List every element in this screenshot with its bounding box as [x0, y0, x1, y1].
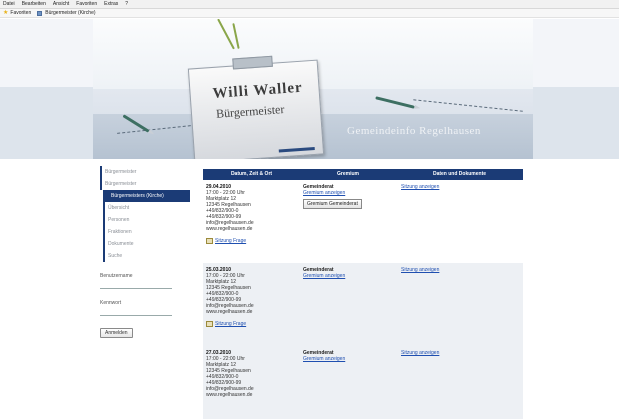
documents-cell: Sitzung anzeigen [396, 263, 523, 346]
menu-view[interactable]: Ansicht [53, 0, 69, 9]
favorites-star-icon[interactable]: ★ [3, 9, 8, 18]
column-header-date: Datum, Zeit & Ort [230, 171, 273, 177]
header-banner: Willi Waller Bürgermeister Gemeindeinfo … [93, 19, 533, 159]
table-row: 25.03.2010 17:00 - 22:00 Uhr Marktplatz … [203, 263, 523, 346]
printer-icon[interactable] [206, 321, 213, 327]
menu-help[interactable]: ? [125, 0, 128, 9]
column-header-documents: Daten und Dokumente [432, 171, 487, 177]
event-info-cell: 25.03.2010 17:00 - 22:00 Uhr Marktplatz … [203, 263, 300, 346]
page-icon [37, 10, 43, 16]
sidebar-item-fraktionen[interactable]: Fraktionen [103, 226, 190, 238]
sidebar-item-buergermeister-kirche[interactable]: Bürgermeisters (Kirche) [103, 190, 190, 202]
committee-link[interactable]: Gremium anzeigen [303, 273, 396, 279]
session-link[interactable]: Sitzung anzeigen [401, 350, 523, 356]
committee-link[interactable]: Gremium anzeigen [303, 356, 396, 362]
favorites-bar: ★ Favoriten Bürgermeister (Kirche) [0, 9, 619, 18]
event-web: www.regelhausen.de [206, 309, 253, 315]
print-link-wrap: Sitzung Frage [206, 238, 300, 244]
committee-link[interactable]: Gremium anzeigen [303, 190, 396, 196]
events-table: Datum, Zeit & Ort Gremium Daten und Doku… [203, 169, 523, 419]
dashed-line-right [413, 99, 523, 113]
column-header-committee: Gremium [337, 171, 359, 177]
print-link-wrap: Sitzung Frage [206, 321, 300, 327]
event-info-cell: 27.03.2010 17:00 - 22:00 Uhr Marktplatz … [203, 346, 300, 419]
sidebar-item-dokumente[interactable]: Dokumente [103, 238, 190, 250]
username-field[interactable] [100, 280, 172, 289]
password-label: Kennwort [100, 300, 122, 306]
menu-tools[interactable]: Extras [104, 0, 118, 9]
password-field[interactable] [100, 307, 172, 316]
table-row: 29.04.2010 17:00 - 22:00 Uhr Marktplatz … [203, 180, 523, 263]
documents-cell: Sitzung anzeigen [396, 180, 523, 263]
nameplate: Willi Waller Bürgermeister [187, 55, 325, 159]
username-label: Benutzername [100, 273, 133, 279]
table-header: Datum, Zeit & Ort Gremium Daten und Doku… [203, 169, 523, 180]
printer-icon[interactable] [206, 238, 213, 244]
login-button[interactable]: Anmelden [100, 328, 133, 338]
committee-cell: Gemeinderat Gremium anzeigen Gremium Gem… [300, 180, 396, 263]
print-link[interactable]: Sitzung Frage [215, 321, 246, 327]
print-link[interactable]: Sitzung Frage [215, 238, 246, 244]
sidebar-item-buergermeister-2[interactable]: Bürgermeister [100, 178, 190, 190]
committee-cell: Gemeinderat Gremium anzeigen [300, 263, 396, 346]
menu-favorites[interactable]: Favoriten [76, 0, 97, 9]
menu-file[interactable]: Datei [3, 0, 15, 9]
favorites-button[interactable]: Favoriten [10, 9, 31, 18]
sidebar-item-suche[interactable]: Suche [103, 250, 190, 262]
committee-cell: Gemeinderat Gremium anzeigen [300, 346, 396, 419]
sidebar-item-buergermeister[interactable]: Bürgermeister [100, 166, 190, 178]
sidebar-item-personen[interactable]: Personen [103, 214, 190, 226]
nameplate-title: Bürgermeister [215, 102, 285, 121]
table-row: 27.03.2010 17:00 - 22:00 Uhr Marktplatz … [203, 346, 523, 419]
sidebar: Bürgermeister Bürgermeister Bürgermeiste… [100, 166, 190, 339]
nameplate-clip [232, 55, 273, 70]
session-link[interactable]: Sitzung anzeigen [401, 184, 523, 190]
documents-cell: Sitzung anzeigen [396, 346, 523, 419]
committee-button[interactable]: Gremium Gemeinderat [303, 199, 362, 209]
event-info-cell: 29.04.2010 17:00 - 22:00 Uhr Marktplatz … [203, 180, 300, 263]
event-web: www.regelhausen.de [206, 392, 253, 398]
browser-tab[interactable]: Bürgermeister (Kirche) [45, 9, 95, 18]
session-link[interactable]: Sitzung anzeigen [401, 267, 523, 273]
pen-right-icon [375, 96, 421, 111]
banner-tagline: Gemeindeinfo Regelhausen [347, 125, 481, 137]
nameplate-strip [278, 146, 315, 153]
menu-edit[interactable]: Bearbeiten [22, 0, 46, 9]
event-web: www.regelhausen.de [206, 226, 253, 232]
nameplate-name: Willi Waller [212, 79, 304, 102]
sidebar-item-uebersicht[interactable]: Übersicht [103, 202, 190, 214]
